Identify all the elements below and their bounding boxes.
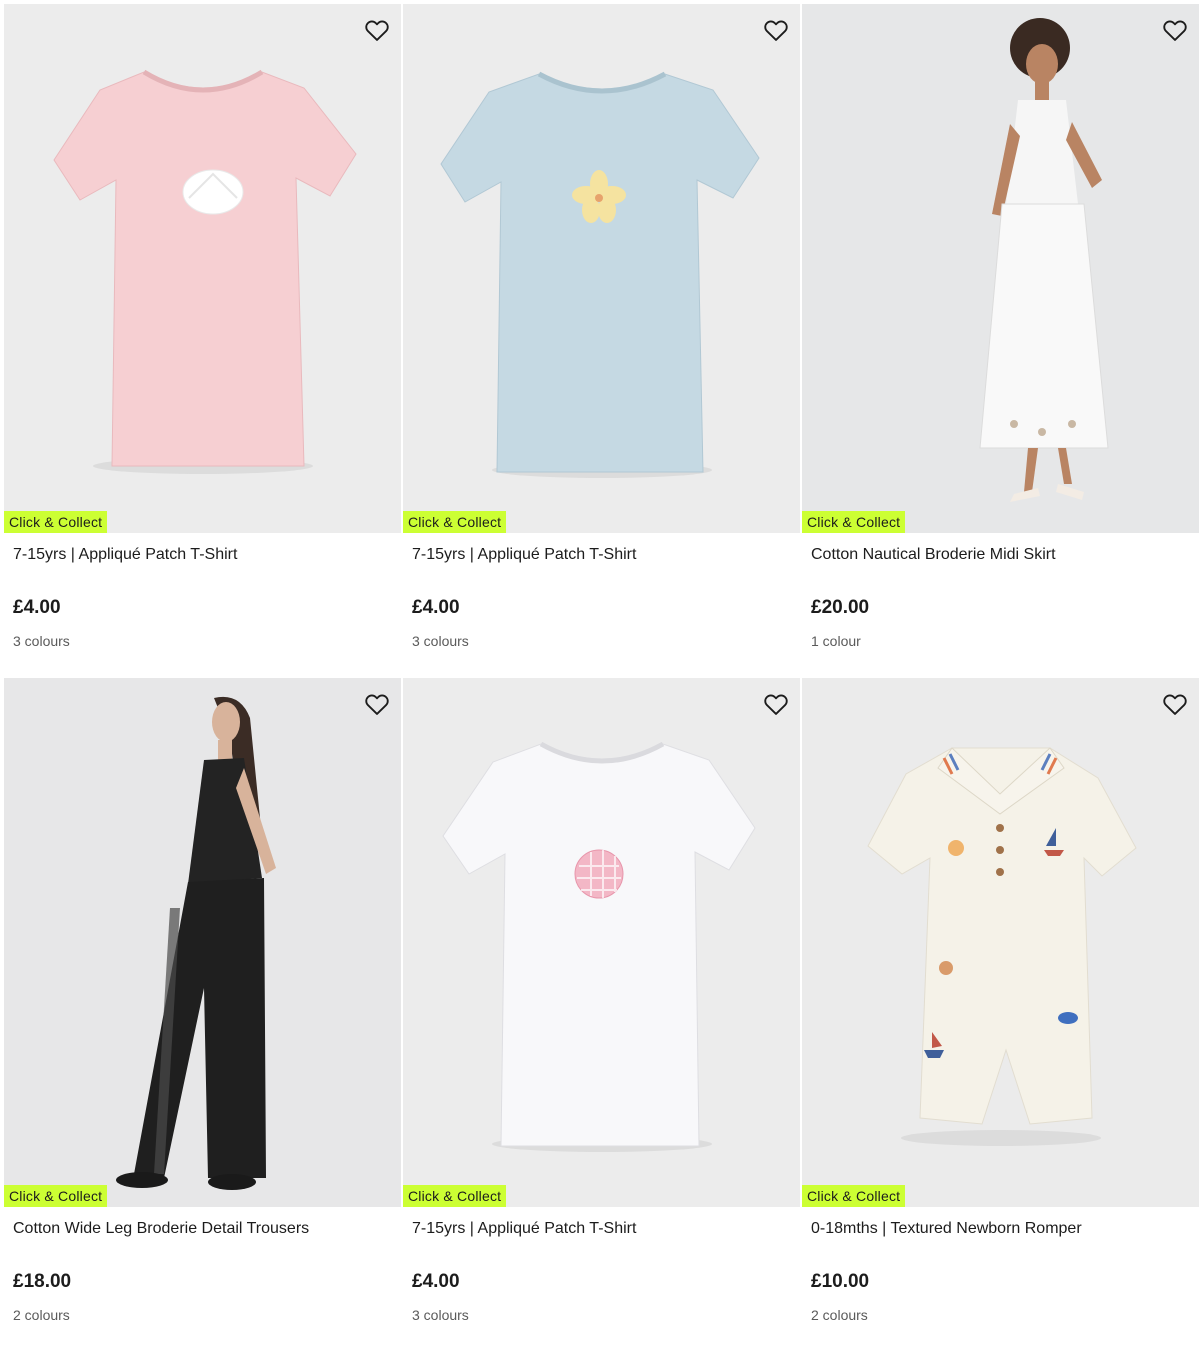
wishlist-heart-icon[interactable]	[363, 690, 391, 718]
colour-count: 3 colours	[412, 633, 469, 649]
product-price: £4.00	[412, 1271, 460, 1292]
product-image[interactable]: Click & Collect	[403, 4, 800, 533]
product-card[interactable]: Click & Collect 7-15yrs | Appliqué Patch…	[4, 4, 401, 672]
white-tshirt-image	[403, 678, 800, 1207]
wishlist-heart-icon[interactable]	[1161, 690, 1189, 718]
click-collect-badge: Click & Collect	[4, 1185, 108, 1207]
product-image[interactable]: Click & Collect	[802, 678, 1199, 1207]
product-image[interactable]: Click & Collect	[4, 678, 401, 1207]
click-collect-badge: Click & Collect	[4, 511, 108, 533]
product-card[interactable]: Click & Collect Cotton Wide Leg Broderie…	[4, 678, 401, 1346]
blue-tshirt-image	[403, 4, 800, 533]
product-grid: Click & Collect 7-15yrs | Appliqué Patch…	[0, 0, 1200, 1346]
wishlist-heart-icon[interactable]	[762, 690, 790, 718]
colour-count: 2 colours	[13, 1307, 70, 1323]
product-title[interactable]: Cotton Wide Leg Broderie Detail Trousers	[13, 1218, 309, 1240]
pink-tshirt-image	[4, 4, 401, 533]
product-card[interactable]: Click & Collect 0-18mths | Textured Newb…	[802, 678, 1199, 1346]
product-image[interactable]: Click & Collect	[403, 678, 800, 1207]
colour-count: 3 colours	[412, 1307, 469, 1323]
product-price: £18.00	[13, 1271, 72, 1292]
product-card[interactable]: Click & Collect 7-15yrs | Appliqué Patch…	[403, 678, 800, 1346]
click-collect-badge: Click & Collect	[403, 511, 507, 533]
product-title[interactable]: 7-15yrs | Appliqué Patch T-Shirt	[13, 544, 237, 566]
cream-romper-image	[802, 678, 1199, 1207]
product-image[interactable]: Click & Collect	[4, 4, 401, 533]
product-price: £4.00	[412, 597, 460, 618]
product-image[interactable]: Click & Collect	[802, 4, 1199, 533]
colour-count: 3 colours	[13, 633, 70, 649]
wishlist-heart-icon[interactable]	[762, 16, 790, 44]
product-card[interactable]: Click & Collect Cotton Nautical Broderie…	[802, 4, 1199, 672]
black-trousers-model-image	[4, 678, 401, 1207]
wishlist-heart-icon[interactable]	[363, 16, 391, 44]
product-price: £20.00	[811, 597, 870, 618]
product-title[interactable]: 7-15yrs | Appliqué Patch T-Shirt	[412, 544, 636, 566]
click-collect-badge: Click & Collect	[802, 511, 906, 533]
product-price: £10.00	[811, 1271, 870, 1292]
product-card[interactable]: Click & Collect 7-15yrs | Appliqué Patch…	[403, 4, 800, 672]
product-title[interactable]: 7-15yrs | Appliqué Patch T-Shirt	[412, 1218, 636, 1240]
colour-count: 1 colour	[811, 633, 861, 649]
click-collect-badge: Click & Collect	[403, 1185, 507, 1207]
colour-count: 2 colours	[811, 1307, 868, 1323]
product-price: £4.00	[13, 597, 61, 618]
product-title[interactable]: Cotton Nautical Broderie Midi Skirt	[811, 544, 1056, 566]
product-title[interactable]: 0-18mths | Textured Newborn Romper	[811, 1218, 1082, 1240]
white-skirt-model-image	[802, 4, 1199, 533]
click-collect-badge: Click & Collect	[802, 1185, 906, 1207]
wishlist-heart-icon[interactable]	[1161, 16, 1189, 44]
